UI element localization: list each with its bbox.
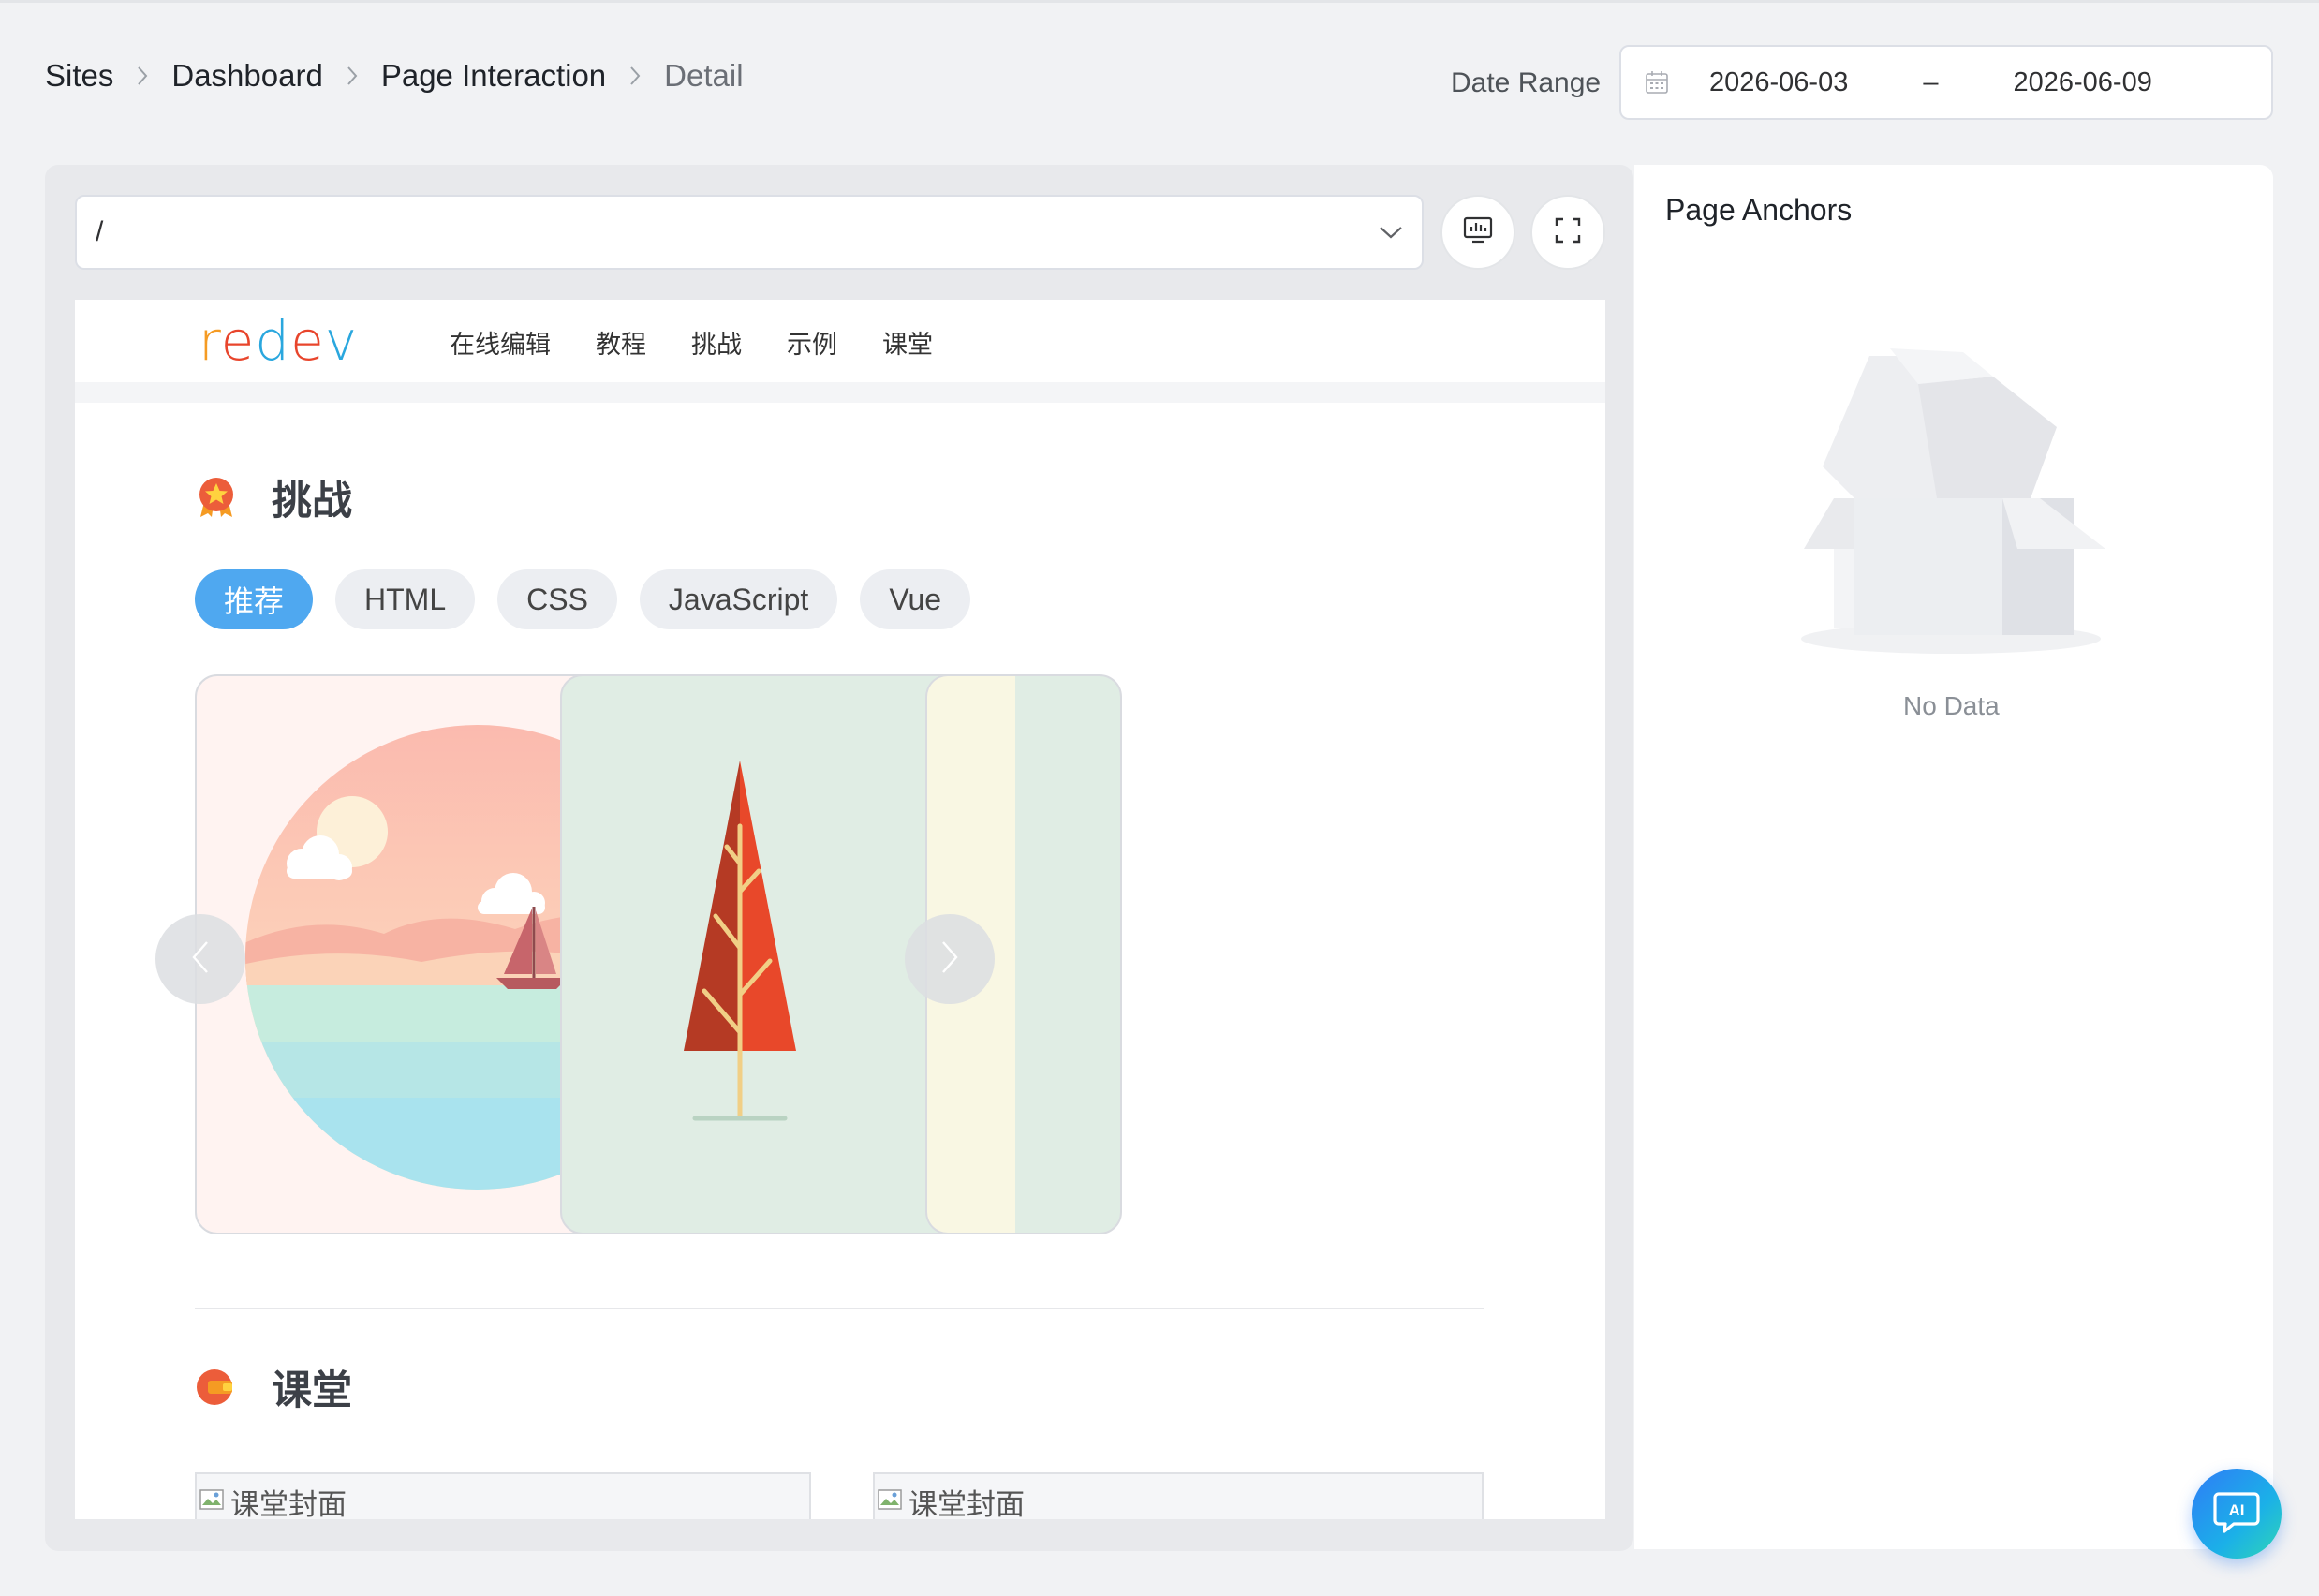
monitor-chart-icon <box>1463 216 1493 249</box>
page-url-value: / <box>96 216 104 247</box>
site-menu-item[interactable]: 课堂 <box>882 324 933 361</box>
site-menu-item[interactable]: 示例 <box>787 324 837 361</box>
challenge-title-text: 挑战 <box>272 479 352 524</box>
site-logo-letter: v <box>324 309 359 373</box>
site-menu-item[interactable]: 教程 <box>596 324 646 361</box>
ai-assistant-button[interactable]: AI <box>2192 1469 2282 1559</box>
chevron-right-icon <box>939 938 960 981</box>
date-range-picker[interactable]: 2026-06-03 – 2026-06-09 <box>1619 45 2273 120</box>
classroom-title-text: 课堂 <box>272 1368 352 1413</box>
date-range-start[interactable]: 2026-06-03 <box>1709 67 1848 98</box>
challenge-card[interactable] <box>560 674 1122 1234</box>
ai-chat-icon: AI <box>2213 1490 2260 1538</box>
navbar-spacer <box>75 382 1605 403</box>
site-navbar: redev 在线编辑 教程 挑战 示例 课堂 <box>75 300 1605 382</box>
empty-state-text: No Data <box>1903 691 2000 720</box>
carousel-prev-button[interactable] <box>155 914 245 1004</box>
site-logo-text: redev <box>199 309 358 373</box>
classroom-icon <box>195 1366 238 1409</box>
section-divider <box>195 1308 1484 1309</box>
tag-recommended[interactable]: 推荐 <box>195 569 314 629</box>
fullscreen-button[interactable] <box>1530 195 1605 270</box>
breadcrumb-sites[interactable]: Sites <box>45 58 113 94</box>
tag-css[interactable]: CSS <box>497 569 617 629</box>
site-logo-letter: e <box>290 309 325 373</box>
medal-icon <box>195 476 238 519</box>
site-menu-item[interactable]: 挑战 <box>691 324 742 361</box>
tree-illustration <box>684 761 796 1121</box>
course-cover-alt: 课堂封面 <box>908 1487 1025 1520</box>
calendar-icon <box>1640 66 1674 99</box>
broken-image-icon <box>199 1486 229 1516</box>
challenge-section-title: 挑战 <box>195 468 352 526</box>
fullscreen-icon <box>1555 217 1581 248</box>
breadcrumb-dashboard[interactable]: Dashboard <box>171 58 322 94</box>
top-border <box>0 0 2319 3</box>
chevron-right-icon <box>628 65 642 87</box>
carousel-next-button[interactable] <box>905 914 995 1004</box>
ai-button-label: AI <box>2229 1501 2245 1519</box>
course-cover-image[interactable]: 课堂封面 <box>195 1472 811 1519</box>
classroom-section-title: 课堂 <box>195 1358 352 1416</box>
breadcrumb: Sites Dashboard Page Interaction Detail <box>45 58 744 94</box>
site-logo-letter: r <box>199 309 221 373</box>
broken-image-icon <box>877 1486 907 1516</box>
chevron-down-icon <box>1379 225 1403 240</box>
challenge-tag-list: 推荐 HTML CSS JavaScript Vue <box>195 569 971 629</box>
tag-javascript[interactable]: JavaScript <box>639 569 838 629</box>
date-range-end[interactable]: 2026-06-09 <box>2013 67 2151 98</box>
course-cover-alt: 课堂封面 <box>230 1487 347 1520</box>
site-menu: 在线编辑 教程 挑战 示例 课堂 <box>450 324 933 361</box>
chevron-left-icon <box>190 938 211 981</box>
breadcrumb-detail: Detail <box>664 58 744 93</box>
site-logo-letter: e <box>220 309 256 373</box>
page-preview: redev 在线编辑 教程 挑战 示例 课堂 挑战 推荐 HTML CSS Ja… <box>75 300 1605 1519</box>
page-anchors-title: Page Anchors <box>1665 193 1853 227</box>
chevron-right-icon <box>346 65 359 87</box>
course-cover-image[interactable]: 课堂封面 <box>873 1472 1484 1519</box>
tag-html[interactable]: HTML <box>335 569 476 629</box>
date-range-separator: – <box>1923 66 1939 97</box>
device-toggle-button[interactable] <box>1440 195 1515 270</box>
tag-vue[interactable]: Vue <box>860 569 971 629</box>
site-menu-item[interactable]: 在线编辑 <box>450 324 551 361</box>
chevron-right-icon <box>136 65 149 87</box>
breadcrumb-page-interaction[interactable]: Page Interaction <box>381 58 606 94</box>
date-range-label: Date Range <box>1451 67 1602 98</box>
page-url-select[interactable]: / <box>75 195 1424 270</box>
site-logo-letter: d <box>255 309 291 373</box>
empty-box-icon <box>1796 348 2105 672</box>
site-logo[interactable]: redev <box>199 313 358 369</box>
